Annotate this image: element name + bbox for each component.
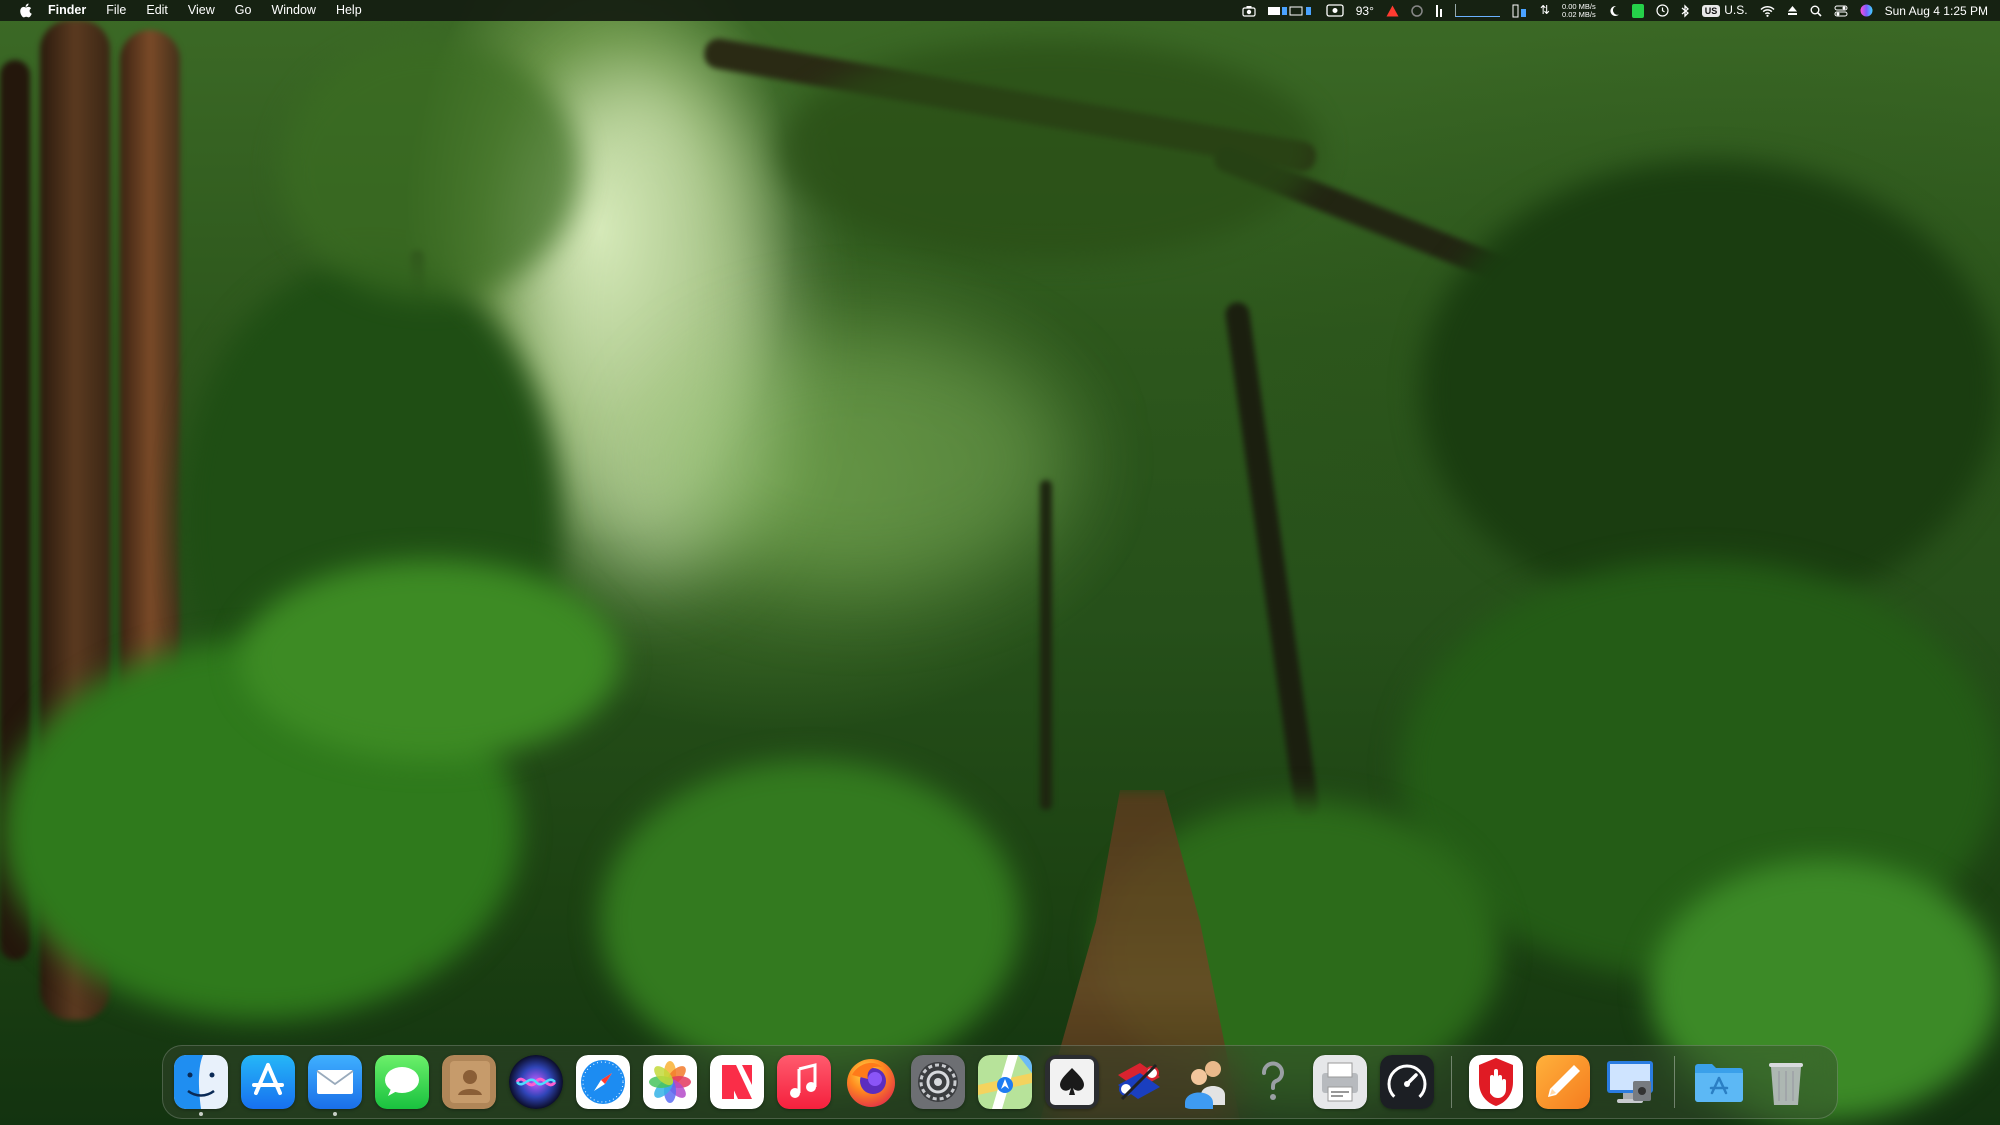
solitaire-icon[interactable] [1045, 1055, 1099, 1109]
music-icon[interactable] [777, 1055, 831, 1109]
menu-help[interactable]: Help [326, 0, 372, 21]
messages-icon[interactable] [375, 1055, 429, 1109]
printer-icon[interactable] [1313, 1055, 1367, 1109]
menu-bar: Finder File Edit View Go Window Help 93° [0, 0, 2000, 21]
menu-app-finder[interactable]: Finder [44, 0, 96, 21]
app-store-icon[interactable] [241, 1055, 295, 1109]
circle-status-icon[interactable] [1411, 0, 1423, 21]
users-icon[interactable] [1179, 1055, 1233, 1109]
finder-running-dot [199, 1112, 203, 1116]
wifi-icon[interactable] [1760, 0, 1775, 21]
help-icon[interactable] [1246, 1055, 1300, 1109]
battery-status-icon[interactable] [1631, 0, 1644, 21]
temperature-readout[interactable]: 93° [1356, 4, 1374, 18]
photos-icon[interactable] [643, 1055, 697, 1109]
menu-edit[interactable]: Edit [136, 0, 178, 21]
apple-logo-icon[interactable] [19, 3, 32, 18]
memory-meter-icon[interactable] [1512, 0, 1528, 21]
screen-capture-icon[interactable] [1326, 0, 1344, 21]
eject-icon[interactable] [1787, 0, 1798, 21]
input-source-label: U.S. [1724, 3, 1748, 17]
finder-icon[interactable] [174, 1055, 228, 1109]
input-source[interactable]: US U.S. [1701, 0, 1748, 21]
desktop-wallpaper [0, 0, 2000, 1125]
contacts-icon[interactable] [442, 1055, 496, 1109]
applications-folder-icon[interactable] [1692, 1055, 1746, 1109]
bluetooth-icon[interactable] [1681, 0, 1690, 21]
menu-view[interactable]: View [178, 0, 225, 21]
cpu-monitor-icon[interactable] [1267, 0, 1314, 21]
control-center-icon[interactable] [1834, 0, 1848, 21]
mail-icon[interactable] [308, 1055, 362, 1109]
input-source-badge: US [1701, 4, 1721, 17]
siri-icon[interactable] [509, 1055, 563, 1109]
dock-separator-2 [1674, 1056, 1675, 1108]
activity-speed-icon[interactable] [1380, 1055, 1434, 1109]
trash-icon[interactable] [1759, 1055, 1813, 1109]
network-arrows-icon[interactable]: ⇅ [1540, 0, 1550, 21]
bar-meter-icon[interactable] [1435, 0, 1443, 21]
network-speed[interactable]: 0.00 MB/s 0.02 MB/s [1561, 2, 1596, 19]
menu-file[interactable]: File [96, 0, 136, 21]
system-preferences-icon[interactable] [911, 1055, 965, 1109]
moon-icon[interactable] [1608, 0, 1620, 21]
dock-separator [1451, 1056, 1452, 1108]
firefox-icon[interactable] [844, 1055, 898, 1109]
network-graph-icon[interactable] [1454, 0, 1500, 21]
maps-icon[interactable] [978, 1055, 1032, 1109]
screenshot-camera-icon[interactable] [1242, 0, 1256, 21]
stop-hand-icon[interactable] [1469, 1055, 1523, 1109]
menubar-clock[interactable]: Sun Aug 4 1:25 PM [1885, 4, 1988, 18]
menu-window[interactable]: Window [261, 0, 325, 21]
search-icon[interactable] [1810, 0, 1822, 21]
warning-icon[interactable] [1386, 0, 1399, 21]
safari-icon[interactable] [576, 1055, 630, 1109]
dock [162, 1045, 1838, 1119]
network-utility-icon[interactable] [1112, 1055, 1166, 1109]
siri-menu-icon[interactable] [1860, 0, 1873, 21]
status-area: 93° ⇅ 0.00 MB/s 0.02 MB/s US U.S. Sun Au… [1242, 0, 1988, 21]
news-icon[interactable] [710, 1055, 764, 1109]
remote-desktop-icon[interactable] [1603, 1055, 1657, 1109]
time-machine-icon[interactable] [1656, 0, 1669, 21]
download-speed: 0.02 MB/s [1561, 9, 1596, 19]
pages-pen-icon[interactable] [1536, 1055, 1590, 1109]
mail-running-dot [333, 1112, 337, 1116]
menu-go[interactable]: Go [225, 0, 262, 21]
